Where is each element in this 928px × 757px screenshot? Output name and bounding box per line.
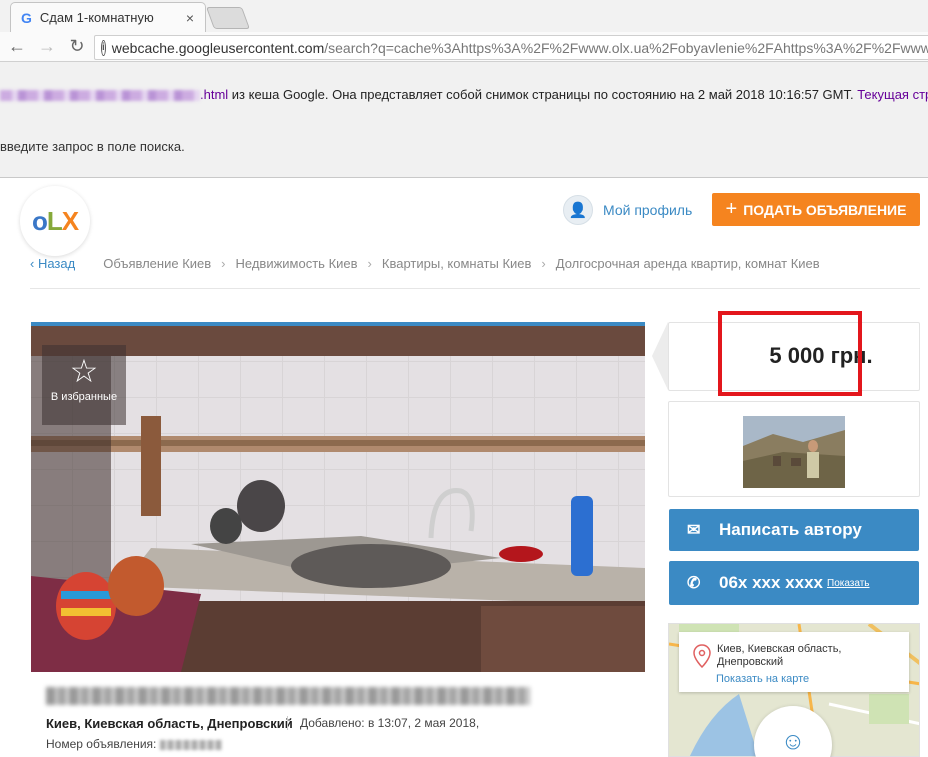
tab-title: Сдам 1-комнатную [39,10,154,25]
ad-number: Номер объявления: [46,737,222,751]
breadcrumb-item[interactable]: Квартиры, комнаты Киев [382,256,532,271]
search-hint: введите запрос в поле поиска. [0,139,185,154]
cached-url-suffix[interactable]: .html [200,87,228,102]
ad-number-label: Номер объявления: [46,737,160,751]
url-path: /search?q=cache%3Ahttps%3A%2F%2Fwww.olx.… [324,39,774,56]
google-favicon-icon: G [21,9,32,26]
post-ad-label: ПОДАТЬ ОБЪЯВЛЕНИЕ [743,201,907,218]
price-arrow [652,322,668,390]
new-tab-button[interactable] [205,7,251,29]
show-on-map-link[interactable]: Показать на карте [716,673,809,685]
ad-title-blurred [46,687,530,705]
cache-info-text: из кеша Google. Она представляет собой с… [228,87,858,102]
olx-logo[interactable]: oLX [20,186,90,256]
write-author-button[interactable]: ✉ Написать автору [669,509,919,551]
phone-icon: ✆ [687,575,701,592]
cached-url-link-blurred[interactable] [0,90,200,102]
show-phone-link[interactable]: Показать [827,578,870,589]
breadcrumb-item[interactable]: Объявление Киев [103,256,211,271]
logo-letter-x: X [61,205,79,236]
back-label: Назад [37,256,76,271]
ad-number-blurred [159,739,222,750]
browser-toolbar: ← → ↻ i webcache.googleusercontent.com/s… [0,32,928,62]
logo-letter-l: L [46,205,63,236]
user-icon: ☺ [780,728,806,755]
current-page-link[interactable]: Текущая стр [857,87,928,102]
phone-number: 06х ххх хххх [719,573,823,592]
ad-added-date: Добавлено: в 13:07, 2 мая 2018, [287,716,479,730]
my-profile-link[interactable]: 👤 Мой профиль [563,195,692,225]
map-address-line-1: Киев, Киевская область, [717,643,842,655]
divider [30,288,920,289]
phone-button[interactable]: ✆ 06х ххх хххх Показать [669,561,919,605]
star-icon: ☆ [69,353,99,389]
url-tail: Ahttps%3A%2F%2Fwww.o [773,39,928,56]
reload-icon[interactable]: ↻ [64,34,90,60]
write-author-label: Написать автору [719,520,862,539]
breadcrumb: ‹ Назад Объявление Киев › Недвижимость К… [30,256,820,271]
map-address-line-2: Днепровский [717,656,784,668]
seller-box [668,401,920,497]
breadcrumb-item[interactable]: Долгосрочная аренда квартир, комнат Киев [556,256,820,271]
site-header: oLX 👤 Мой профиль + ПОДАТЬ ОБЪЯВЛЕНИЕ [0,179,928,256]
envelope-icon: ✉ [687,522,701,539]
forward-arrow-icon[interactable]: → [34,34,60,60]
price-highlight-annotation [718,311,862,396]
map-address: Киев, Киевская область, Днепровский [717,643,842,669]
logo-letter-o: o [31,205,48,236]
cache-info-line: .html из кеша Google. Она представляет с… [0,87,928,102]
info-icon[interactable]: i [101,39,106,56]
user-icon: 👤 [563,195,593,225]
favorites-label: В избранные [50,391,118,403]
plus-icon: + [725,198,738,220]
ad-location: Киев, Киевская область, Днепровский [46,716,293,731]
post-ad-button[interactable]: + ПОДАТЬ ОБЪЯВЛЕНИЕ [712,193,920,226]
google-cache-banner: .html из кеша Google. Она представляет с… [0,62,928,178]
tab-close-icon[interactable]: × [181,10,199,26]
chevron-right-icon: › [221,256,226,271]
back-arrow-icon[interactable]: ← [4,34,30,60]
seller-photo[interactable] [743,416,845,488]
map-address-card: Киев, Киевская область, Днепровский Пока… [679,632,909,692]
map-pin-icon [693,644,711,668]
chevron-right-icon: › [541,256,546,271]
chevron-right-icon: › [367,256,372,271]
tab-strip: G Сдам 1-комнатную × [0,0,928,32]
add-to-favorites-button[interactable]: ☆ В избранные [42,345,126,425]
address-bar[interactable]: i webcache.googleusercontent.com/search?… [94,35,928,60]
browser-tab[interactable]: G Сдам 1-комнатную × [10,2,206,32]
back-link[interactable]: ‹ Назад [30,256,75,271]
url-host: webcache.googleusercontent.com [111,39,325,56]
breadcrumb-item[interactable]: Недвижимость Киев [236,256,358,271]
profile-label: Мой профиль [603,202,693,218]
